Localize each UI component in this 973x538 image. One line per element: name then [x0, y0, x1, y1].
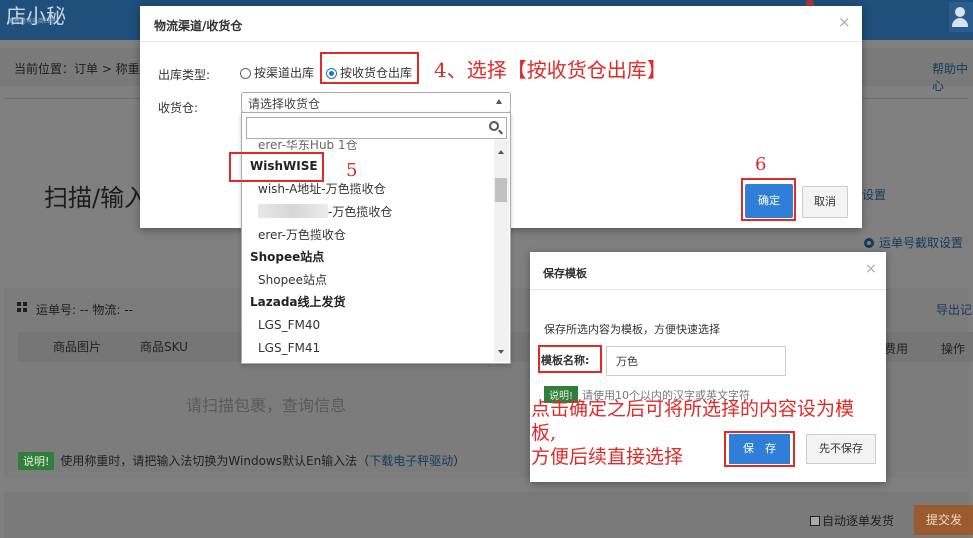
logistics-dialog-title: 物流渠道/收货仓	[154, 19, 243, 33]
download-scale-driver-link[interactable]: 下载电子秤驱动	[369, 454, 453, 468]
warehouse-search-input[interactable]	[246, 117, 507, 139]
scroll-thumb[interactable]	[495, 178, 507, 202]
search-icon	[489, 121, 499, 131]
annotation-step4: 4、选择【按收货仓出库】	[434, 58, 667, 82]
list-item[interactable]: -万色揽收仓	[258, 201, 392, 223]
close-icon[interactable]: ×	[838, 13, 851, 31]
scan-title: 扫描/输入	[44, 184, 149, 212]
save-dialog-description: 保存所选内容为模板，方便快速选择	[544, 323, 720, 336]
annotation-box-step4	[320, 52, 419, 84]
auto-ship-checkbox[interactable]: 自动逐单发货	[810, 512, 894, 529]
checkbox-icon[interactable]	[810, 516, 820, 526]
print-setting-link[interactable]: 设置	[862, 186, 886, 203]
waybill-setting-link[interactable]: 运单号截取设置	[864, 234, 963, 251]
annotation-step5: 5	[346, 160, 358, 181]
template-name-value: 万色	[616, 355, 638, 368]
option-group-lazada: Lazada线上发货	[250, 295, 346, 309]
list-item[interactable]: erer-万色揽收仓	[258, 224, 346, 246]
save-dialog-title: 保存模板	[543, 267, 587, 280]
warehouse-label: 收货仓:	[158, 101, 199, 115]
scroll-up-icon[interactable]	[498, 150, 504, 154]
gear-icon	[864, 238, 874, 248]
list-item[interactable]: LGS_FM40	[258, 314, 320, 336]
scroll-down-icon[interactable]	[498, 350, 504, 354]
warehouse-select-placeholder: 请选择收货仓	[248, 97, 321, 111]
grid-icon	[17, 302, 27, 312]
user-avatar-icon[interactable]	[949, 2, 973, 32]
col-header-fee: 费用	[884, 342, 909, 356]
option-group-shopee: Shopee站点	[250, 250, 325, 264]
dropdown-scrollbar[interactable]	[494, 140, 509, 362]
waybill-info: 运单号: -- 物流: --	[36, 303, 133, 317]
chevron-up-icon[interactable]	[496, 99, 502, 104]
radio-outbound-by-channel[interactable]: 按渠道出库	[240, 64, 314, 81]
app-logo-subtitle: 免费跨境电商ERP	[8, 18, 56, 25]
close-icon[interactable]: ×	[865, 261, 877, 277]
list-item[interactable]: LGS_FM41	[258, 337, 320, 359]
note-badge: 说明!	[18, 452, 55, 470]
redacted-block	[258, 204, 328, 218]
annotation-step6: 6	[755, 154, 767, 175]
help-center-link[interactable]: 帮助中心	[932, 60, 973, 94]
col-header-operation: 操作	[941, 342, 966, 356]
outbound-type-label: 出库类型:	[158, 68, 211, 82]
cancel-button[interactable]: 取消	[802, 186, 848, 218]
empty-hint: 请扫描包裹，查询信息	[186, 396, 347, 415]
list-item[interactable]: Shopee站点	[258, 269, 327, 291]
radio-icon[interactable]	[240, 68, 251, 79]
annotation-box-step5	[229, 152, 324, 182]
export-link[interactable]: 导出记	[936, 301, 972, 318]
annotation-box-template-name	[538, 345, 602, 373]
annotation-box-save	[724, 431, 795, 467]
submit-ship-button[interactable]: 提交发货	[914, 505, 973, 535]
col-header-image: 商品图片	[53, 340, 102, 354]
col-header-sku: 商品SKU	[140, 340, 188, 354]
logistics-dialog-header	[140, 6, 862, 42]
scale-note: 说明! 使用称重时，请把输入法切换为Windows默认En输入法（下载电子秤驱动）	[18, 452, 465, 470]
breadcrumb: 当前位置：订单 > 称重	[14, 62, 140, 76]
annotation-box-step6	[741, 178, 796, 221]
skip-save-button[interactable]: 先不保存	[806, 434, 876, 464]
